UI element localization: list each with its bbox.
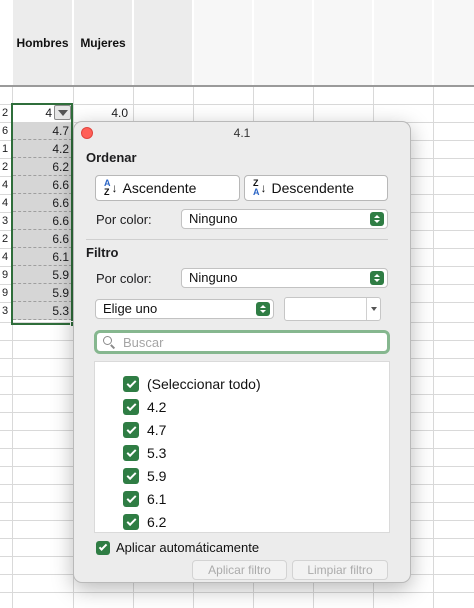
grid-column-line bbox=[433, 0, 434, 608]
sort-by-color-select[interactable]: Ninguno bbox=[181, 209, 388, 229]
list-item[interactable]: 4.2 bbox=[123, 397, 166, 417]
chevron-down-icon[interactable] bbox=[366, 298, 380, 320]
filter-by-color-label: Por color: bbox=[96, 271, 152, 286]
hombres-cell[interactable]: 6.6 bbox=[13, 194, 72, 212]
filter-condition-select[interactable]: Elige uno bbox=[95, 299, 274, 319]
filter-values-list[interactable]: (Seleccionar todo) 4.2 4.7 5.3 5.9 6.1 6… bbox=[94, 361, 390, 533]
filter-by-color-value: Ninguno bbox=[189, 270, 238, 285]
list-item[interactable]: 6.1 bbox=[123, 489, 166, 509]
list-item-label: 4.2 bbox=[147, 399, 167, 415]
row-index-cell[interactable]: 2 bbox=[0, 230, 12, 248]
row-index-cell[interactable]: 3 bbox=[0, 212, 12, 230]
list-item-select-all[interactable]: (Seleccionar todo) bbox=[123, 374, 261, 394]
hombres-cell[interactable]: 5.3 bbox=[13, 302, 72, 320]
row-index-cell[interactable]: 2 bbox=[0, 158, 12, 176]
hombres-cell[interactable]: 4.2 bbox=[13, 140, 72, 158]
row-index-cell[interactable]: 9 bbox=[0, 284, 12, 302]
search-icon bbox=[103, 336, 116, 349]
sort-by-color-label: Por color: bbox=[96, 212, 152, 227]
hombres-cell[interactable]: 5.9 bbox=[13, 284, 72, 302]
sort-by-color-value: Ninguno bbox=[189, 211, 238, 226]
row-index-cell[interactable]: 9 bbox=[0, 266, 12, 284]
hombres-cell[interactable]: 6.6 bbox=[13, 176, 72, 194]
header-hombres[interactable]: Hombres bbox=[13, 0, 72, 85]
chevron-down-icon bbox=[57, 109, 68, 116]
row-index-cell[interactable]: 1 bbox=[0, 140, 12, 158]
checkbox-checked[interactable] bbox=[123, 422, 139, 438]
row-index-cell[interactable]: 2 bbox=[0, 104, 12, 122]
filter-heading: Filtro bbox=[86, 245, 119, 260]
sort-descending-label: Descendente bbox=[271, 180, 355, 196]
sort-ascending-label: Ascendente bbox=[122, 180, 197, 196]
grid-row-line bbox=[0, 592, 474, 593]
sort-heading: Ordenar bbox=[86, 150, 137, 165]
filter-by-color-select[interactable]: Ninguno bbox=[181, 268, 388, 288]
apply-filter-button[interactable]: Aplicar filtro bbox=[192, 560, 287, 580]
header-mujeres[interactable]: Mujeres bbox=[74, 0, 132, 85]
hombres-cell[interactable]: 5.9 bbox=[13, 266, 72, 284]
list-item[interactable]: 5.9 bbox=[123, 466, 166, 486]
header-cell-empty[interactable] bbox=[194, 0, 252, 85]
header-separator bbox=[0, 85, 474, 87]
search-field[interactable] bbox=[94, 330, 390, 354]
sort-descending-icon: Z A ↓ bbox=[253, 178, 267, 197]
filter-popover: 4.1 Ordenar A Z ↓ Ascendente Z A ↓ Descenden… bbox=[73, 121, 411, 583]
header-cell-empty[interactable] bbox=[134, 0, 192, 85]
header-cell-empty[interactable] bbox=[254, 0, 312, 85]
hombres-cell[interactable]: 6.2 bbox=[13, 158, 72, 176]
column-header-row: Hombres Mujeres bbox=[0, 0, 474, 85]
list-item-label: 5.3 bbox=[147, 445, 167, 461]
row-index-cell[interactable]: 4 bbox=[0, 194, 12, 212]
list-item-label: 4.7 bbox=[147, 422, 167, 438]
header-cell-empty[interactable] bbox=[374, 0, 432, 85]
clear-filter-button[interactable]: Limpiar filtro bbox=[292, 560, 388, 580]
hombres-cell[interactable]: 6.6 bbox=[13, 230, 72, 248]
auto-apply-option[interactable]: Aplicar automáticamente bbox=[96, 540, 259, 555]
filter-dropdown-button[interactable] bbox=[54, 105, 71, 120]
select-stepper-icon bbox=[370, 212, 384, 226]
auto-apply-label: Aplicar automáticamente bbox=[116, 540, 260, 555]
list-item-label: 6.2 bbox=[147, 514, 167, 530]
row-index-cell[interactable]: 4 bbox=[0, 248, 12, 266]
select-stepper-icon bbox=[256, 302, 270, 316]
list-item-label: 5.9 bbox=[147, 468, 167, 484]
checkbox-checked[interactable] bbox=[123, 376, 139, 392]
section-divider bbox=[86, 239, 388, 240]
filter-value-combobox[interactable] bbox=[284, 297, 381, 321]
select-stepper-icon bbox=[370, 271, 384, 285]
hombres-cell[interactable]: 6.6 bbox=[13, 212, 72, 230]
sort-ascending-button[interactable]: A Z ↓ Ascendente bbox=[95, 175, 240, 201]
row-index-cell[interactable]: 3 bbox=[0, 302, 12, 320]
list-item[interactable]: 5.3 bbox=[123, 443, 166, 463]
checkbox-checked[interactable] bbox=[123, 468, 139, 484]
row-index-cell[interactable]: 4 bbox=[0, 176, 12, 194]
popover-title: 4.1 bbox=[233, 126, 251, 140]
hombres-cell[interactable]: 6.1 bbox=[13, 248, 72, 266]
checkbox-checked[interactable] bbox=[123, 445, 139, 461]
checkbox-checked[interactable] bbox=[96, 540, 110, 555]
hombres-cell[interactable]: 4.7 bbox=[13, 122, 72, 140]
list-item-label: 6.1 bbox=[147, 491, 167, 507]
list-item[interactable]: 4.7 bbox=[123, 420, 166, 440]
list-item[interactable]: 6.2 bbox=[123, 512, 166, 532]
mujeres-cell[interactable]: 4.0 bbox=[74, 104, 132, 122]
header-cell-empty[interactable] bbox=[434, 0, 474, 85]
checkbox-checked[interactable] bbox=[123, 514, 139, 530]
checkbox-checked[interactable] bbox=[123, 399, 139, 415]
checkbox-checked[interactable] bbox=[123, 491, 139, 507]
filter-condition-value: Elige uno bbox=[103, 301, 158, 316]
sort-descending-button[interactable]: Z A ↓ Descendente bbox=[244, 175, 388, 201]
row-index-cell[interactable]: 6 bbox=[0, 122, 12, 140]
search-input[interactable] bbox=[121, 333, 371, 351]
sort-ascending-icon: A Z ↓ bbox=[104, 178, 118, 197]
list-item-label: (Seleccionar todo) bbox=[147, 376, 261, 392]
header-cell-empty[interactable] bbox=[314, 0, 372, 85]
